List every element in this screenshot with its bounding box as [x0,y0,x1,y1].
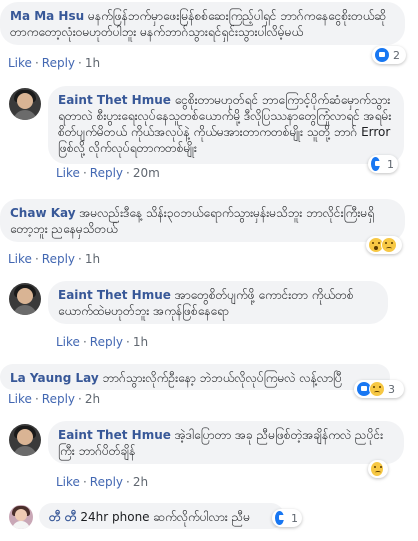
comment-actions: Like · Reply · 20m [56,166,160,180]
comment-actions: Like · Reply · 1h [8,56,101,70]
reply-link[interactable]: Reply [90,335,123,349]
comment-text: 24hr phone ဆက်လိုက်ပါလား ညီမ [80,510,251,524]
comment-time[interactable]: 2h [85,392,100,406]
comment-actions: Like · Reply · 2h [8,392,101,406]
reaction-count: 1 [291,511,298,525]
reaction-summary[interactable] [366,236,402,254]
comment-time[interactable]: 1h [85,252,100,266]
avatar[interactable] [9,88,41,120]
like-link[interactable]: Like [8,392,32,406]
reply-link[interactable]: Reply [42,56,75,70]
reply-link[interactable]: Reply [90,475,123,489]
reply-link[interactable]: Reply [42,392,75,406]
reaction-count: 3 [388,382,395,396]
comment-actions: Like · Reply · 1h [56,335,149,349]
comment-author[interactable]: Eaint Thet Hmue [58,428,171,442]
comment-bubble: Ma Ma Hsu မနက်ဖြန်ဘက်မှာဖေးမြန်စစ်ဆေးကြည… [0,2,405,45]
like-link[interactable]: Like [8,252,32,266]
like-link[interactable]: Like [56,166,80,180]
like-reaction-icon [370,156,381,172]
comment-bubble: Eaint Thet Hmue ငွေစိုးတာမဟုတ်ရင် ဘာကြော… [48,86,404,164]
like-link[interactable]: Like [56,335,80,349]
reaction-summary[interactable]: 1 [272,509,302,527]
like-reaction-icon [374,47,390,63]
comment-bubble: တီ တီ 24hr phone ဆက်လိုက်ပါလား ညီမ [39,503,284,529]
comment-actions: Like · Reply · 1h [8,252,101,266]
comment-author[interactable]: တီ တီ [49,510,77,524]
sad-reaction-icon [370,461,384,477]
reaction-count: 2 [393,48,400,62]
comment-time[interactable]: 20m [133,166,160,180]
avatar[interactable] [9,505,33,529]
comment-actions: Like · Reply · 2h [56,475,149,489]
like-reaction-icon [274,510,285,526]
reaction-count: 1 [387,157,394,171]
comment-time[interactable]: 1h [85,56,100,70]
reaction-summary[interactable]: 1 [368,155,398,173]
sad-reaction-icon [369,381,385,397]
comment-author[interactable]: La Yaung Lay [10,371,99,385]
comment-author[interactable]: Ma Ma Hsu [10,9,84,23]
reaction-summary[interactable]: 2 [372,46,406,64]
comment-bubble: Eaint Thet Hmue အဲ့ဒါပြောတာ အခု ညီမဖြစ်တ… [48,421,404,464]
avatar[interactable] [9,424,41,456]
reply-link[interactable]: Reply [90,166,123,180]
reply-link[interactable]: Reply [42,252,75,266]
like-link[interactable]: Like [56,475,80,489]
comment-bubble: La Yaung Lay ဘာဂ်သွားလိုက်ဦးနော့ ဘဲဘယ်လိ… [0,364,390,390]
reaction-summary[interactable] [368,460,388,478]
comment-author[interactable]: Eaint Thet Hmue [58,288,171,302]
sad-reaction-icon [381,237,397,253]
comment-text: ဘာဂ်သွားလိုက်ဦးနော့ ဘဲဘယ်လိုလုပ်ကြမလဲ လန… [102,371,342,385]
avatar[interactable] [9,283,41,315]
reaction-summary[interactable]: 3 [354,380,404,398]
comment-author[interactable]: Eaint Thet Hmue [58,93,171,107]
comment-author[interactable]: Chaw Kay [10,206,76,220]
like-link[interactable]: Like [8,56,32,70]
comment-time[interactable]: 2h [133,475,148,489]
comment-bubble: Eaint Thet Hmue အာတွေစိတ်ပျက်ဖို့ ကောင်း… [48,281,388,324]
comment-bubble: Chaw Kay အမလည်းဒီနေ့ သိန်း၃၀ဘယ်ရောက်သွား… [0,199,405,242]
comment-time[interactable]: 1h [133,335,148,349]
